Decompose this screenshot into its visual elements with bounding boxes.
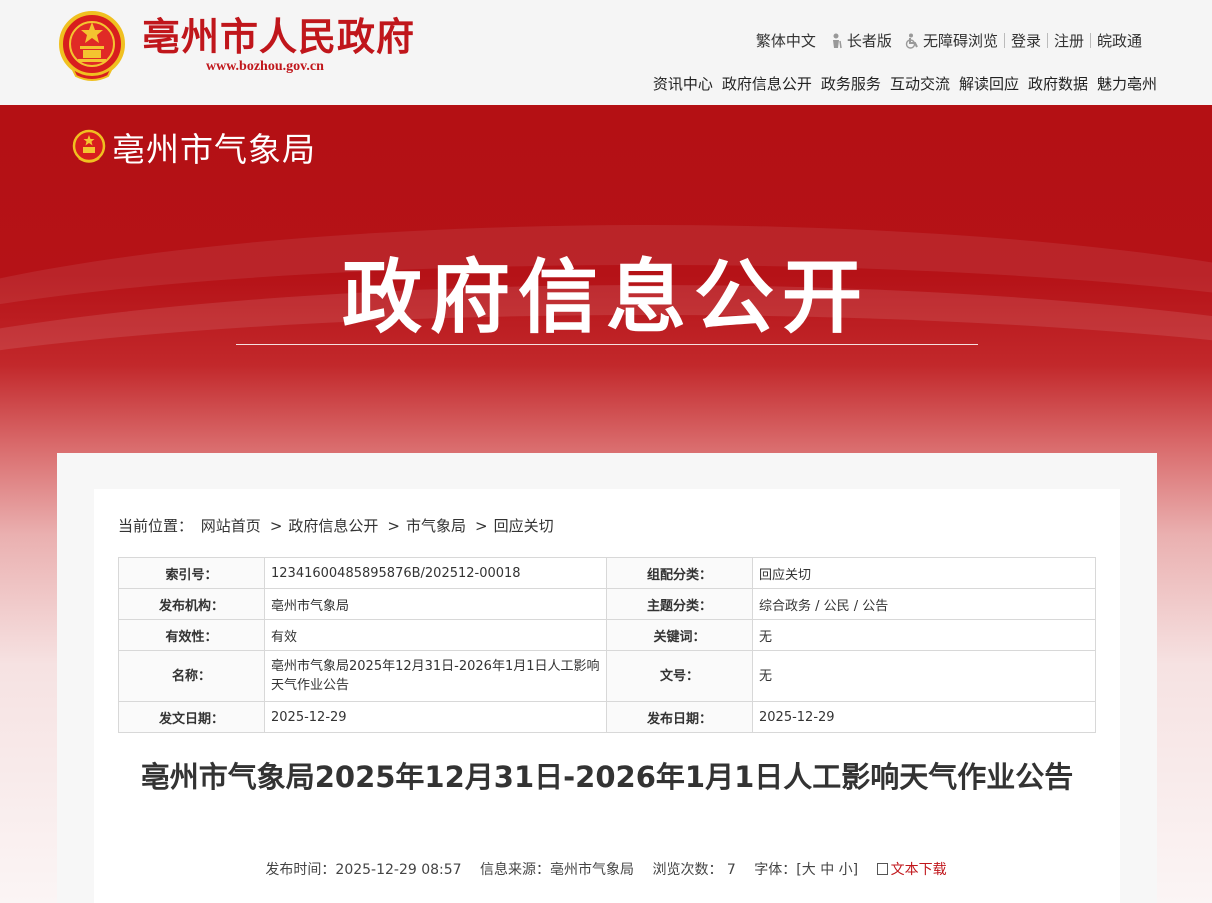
- nav-charm-bozhou[interactable]: 魅力亳州: [1097, 73, 1157, 94]
- register-link[interactable]: 注册: [1048, 30, 1090, 51]
- department-brand[interactable]: 亳州市气象局: [72, 123, 316, 171]
- table-row: 有效性： 有效 关键词： 无: [118, 619, 1096, 651]
- nav-interaction[interactable]: 互动交流: [890, 73, 950, 94]
- accessibility-icon: [905, 33, 918, 49]
- index-number-value: 12341600485895876B/202512-00018: [264, 557, 607, 589]
- utility-links: 繁体中文 长者版 无障碍浏览 登录 注册 皖政通: [750, 30, 1148, 51]
- name-value: 亳州市气象局2025年12月31日-2026年1月1日人工影响天气作业公告: [264, 650, 607, 702]
- nav-gov-data[interactable]: 政府数据: [1028, 73, 1088, 94]
- text-download-label: 文本下载: [890, 862, 947, 878]
- article-meta: 发布时间：2025-12-29 08:57 信息来源：亳州市气象局 浏览次数： …: [0, 859, 1212, 879]
- nav-gov-info-disclosure[interactable]: 政府信息公开: [722, 73, 812, 94]
- article-title: 亳州市气象局2025年12月31日-2026年1月1日人工影响天气作业公告: [140, 760, 1074, 794]
- site-title[interactable]: 亳州市人民政府: [142, 6, 415, 61]
- category-value: 回应关切: [752, 557, 1096, 589]
- metadata-table: 索引号： 12341600485895876B/202512-00018 组配分…: [118, 557, 1096, 733]
- topic-value: 综合政务 / 公民 / 公告: [752, 588, 1096, 620]
- publisher-value: 亳州市气象局: [264, 588, 607, 620]
- document-icon: [876, 863, 888, 875]
- elder-version-label: 长者版: [846, 32, 892, 50]
- publish-date-value: 2025-12-29: [752, 701, 1096, 733]
- issue-date-label: 发文日期：: [118, 701, 265, 733]
- site-url[interactable]: www.bozhou.gov.cn: [206, 59, 324, 75]
- table-row: 索引号： 12341600485895876B/202512-00018 组配分…: [118, 557, 1096, 589]
- category-label: 组配分类：: [606, 557, 753, 589]
- table-row: 发文日期： 2025-12-29 发布日期： 2025-12-29: [118, 701, 1096, 733]
- nav-gov-services[interactable]: 政务服务: [821, 73, 881, 94]
- breadcrumb-separator: >: [387, 517, 400, 535]
- breadcrumb-separator: >: [269, 517, 283, 535]
- top-header: 亳州市人民政府 www.bozhou.gov.cn 繁体中文 长者版 无障碍浏览…: [0, 0, 1212, 105]
- publish-time: 发布时间：2025-12-29 08:57: [265, 862, 462, 878]
- publisher-label: 发布机构：: [118, 588, 265, 620]
- nav-news-center[interactable]: 资讯中心: [653, 73, 713, 94]
- banner-title: 政府信息公开: [342, 251, 870, 344]
- wanzhengtong-link[interactable]: 皖政通: [1091, 30, 1148, 51]
- publish-date-label: 发布日期：: [606, 701, 753, 733]
- banner-divider: [236, 344, 978, 345]
- font-size-control[interactable]: 字体：[大 中 小]: [754, 862, 858, 878]
- emblem-icon: [72, 129, 106, 163]
- validity-label: 有效性：: [118, 619, 265, 651]
- nav-interpretation[interactable]: 解读回应: [959, 73, 1019, 94]
- table-row: 名称： 亳州市气象局2025年12月31日-2026年1月1日人工影响天气作业公…: [118, 650, 1096, 702]
- breadcrumb-prefix: 当前位置：: [118, 517, 194, 535]
- accessibility-link[interactable]: 无障碍浏览: [898, 30, 1004, 51]
- breadcrumb-home[interactable]: 网站首页: [201, 517, 261, 535]
- main-nav: 资讯中心 政府信息公开 政务服务 互动交流 解读回应 政府数据 魅力亳州: [644, 73, 1157, 94]
- name-label: 名称：: [118, 650, 265, 702]
- table-row: 发布机构： 亳州市气象局 主题分类： 综合政务 / 公民 / 公告: [118, 588, 1096, 620]
- keywords-value: 无: [752, 619, 1096, 651]
- breadcrumb-weather-bureau[interactable]: 市气象局: [406, 517, 466, 535]
- accessibility-label: 无障碍浏览: [922, 32, 998, 50]
- topic-label: 主题分类：: [606, 588, 753, 620]
- traditional-chinese-link[interactable]: 繁体中文: [750, 30, 822, 51]
- index-number-label: 索引号：: [118, 557, 265, 589]
- view-count: 浏览次数： 7: [652, 862, 736, 878]
- breadcrumb-separator: >: [475, 517, 488, 535]
- doc-number-value: 无: [752, 650, 1096, 702]
- elder-icon: [832, 33, 842, 48]
- info-source: 信息来源：亳州市气象局: [480, 862, 635, 878]
- keywords-label: 关键词：: [606, 619, 753, 651]
- issue-date-value: 2025-12-29: [264, 701, 607, 733]
- elder-version-link[interactable]: 长者版: [822, 30, 898, 51]
- breadcrumb-gov-info[interactable]: 政府信息公开: [288, 517, 378, 535]
- text-download-link[interactable]: 文本下载: [876, 862, 947, 878]
- department-name: 亳州市气象局: [112, 130, 316, 169]
- validity-value: 有效: [264, 619, 607, 651]
- breadcrumb-current[interactable]: 回应关切: [494, 517, 554, 535]
- breadcrumb: 当前位置： 网站首页 > 政府信息公开 > 市气象局 > 回应关切: [118, 515, 557, 536]
- doc-number-label: 文号：: [606, 650, 753, 702]
- national-emblem-icon: [59, 11, 125, 81]
- login-link[interactable]: 登录: [1005, 30, 1047, 51]
